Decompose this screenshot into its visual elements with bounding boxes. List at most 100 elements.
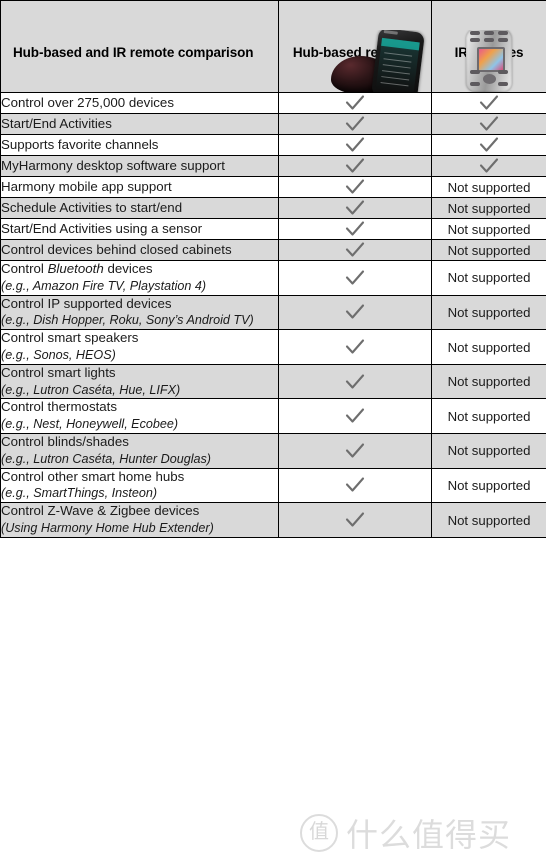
table-row: Supports favorite channels (0, 134, 546, 156)
hub-support-cell (278, 502, 432, 538)
header-cell-hub-based-remotes: Hub-based remotes (278, 0, 432, 93)
feature-label: Control over 275,000 devices (1, 94, 174, 110)
table-row: Control IP supported devices (e.g., Dish … (0, 294, 546, 331)
support-status-text: Not supported (447, 242, 531, 258)
feature-label: Control Bluetooth devices (1, 261, 153, 276)
table-row: Control other smart home hubs (e.g., Smar… (0, 467, 546, 504)
feature-label: Control smart speakers (1, 330, 139, 346)
check-icon (344, 156, 366, 176)
feature-label-cell: Control IP supported devices (e.g., Dish … (0, 294, 279, 331)
feature-label: Control devices behind closed cabinets (1, 241, 232, 257)
hub-remote-illustration (331, 30, 431, 92)
screen-line (382, 70, 410, 75)
check-icon (344, 406, 366, 426)
feature-example: (e.g., SmartThings, Insteon) (1, 486, 158, 501)
ir-support-cell: Not supported (431, 398, 546, 435)
ir-support-cell (431, 155, 546, 177)
feature-label-cell: Control blinds/shades (e.g., Lutron Casét… (0, 433, 279, 469)
ir-remote-screen (477, 47, 505, 72)
check-icon (478, 156, 500, 176)
support-status-text: Not supported (447, 304, 531, 320)
check-icon (344, 135, 366, 155)
ir-support-cell: Not supported (431, 329, 546, 365)
check-icon (344, 302, 366, 322)
table-row: Start/End Activities using a sensor Not s… (0, 218, 546, 240)
feature-label: Harmony mobile app support (1, 178, 172, 194)
table-header: Hub-based and IR remote comparison Hub-b… (0, 0, 546, 93)
feature-example: (e.g., Amazon Fire TV, Playstation 4) (1, 278, 207, 293)
feature-label: Schedule Activities to start/end (1, 199, 183, 215)
table-row: Control Bluetooth devices (e.g., Amazon F… (0, 260, 546, 296)
feature-label: Control smart lights (1, 364, 116, 380)
support-status-text: Not supported (447, 512, 531, 528)
ir-support-cell: Not supported (431, 294, 546, 331)
hub-support-cell (278, 329, 432, 365)
ir-support-cell: Not supported (431, 467, 546, 504)
ir-support-cell: Not supported (431, 363, 546, 400)
support-status-text: Not supported (447, 408, 531, 424)
feature-label-cell: Start/End Activities (0, 113, 279, 135)
feature-example: (e.g., Dish Hopper, Roku, Sony’s Android… (1, 313, 254, 328)
check-icon (344, 475, 366, 495)
hub-support-cell (278, 260, 432, 296)
table-row: Schedule Activities to start/end Not supp… (0, 197, 546, 219)
remote-logo-icon (383, 30, 398, 35)
ir-remote-top-keys (470, 31, 508, 43)
ir-support-cell (431, 134, 546, 156)
ir-key (470, 31, 480, 35)
header-title-feature: Hub-based and IR remote comparison (13, 45, 254, 60)
ir-support-cell: Not supported (431, 433, 546, 469)
hub-support-cell (278, 155, 432, 177)
hub-support-cell (278, 363, 432, 400)
comparison-table: Hub-based and IR remote comparison Hub-b… (0, 0, 546, 538)
feature-label-cell: Control Z-Wave & Zigbee devices (Using Ha… (0, 502, 279, 538)
feature-label: Start/End Activities (1, 115, 112, 131)
touchscreen-remote-icon (371, 30, 425, 92)
check-icon (344, 268, 366, 288)
header-row: Hub-based and IR remote comparison Hub-b… (0, 0, 546, 93)
hub-support-cell (278, 239, 432, 261)
support-status-text: Not supported (447, 477, 531, 493)
check-icon (344, 198, 366, 218)
watermark-badge: 值 (300, 814, 338, 852)
check-icon (344, 219, 366, 239)
feature-label-cell: Harmony mobile app support (0, 176, 279, 198)
hub-support-cell (278, 433, 432, 469)
screen-line (384, 52, 413, 57)
table-body: Control over 275,000 devices Start/End Ac… (0, 92, 546, 538)
table-row: Control smart lights (e.g., Lutron Caséta… (0, 363, 546, 400)
header-cell-feature: Hub-based and IR remote comparison (0, 0, 279, 93)
feature-label-cell: Control thermostats (e.g., Nest, Honeywel… (0, 398, 279, 435)
hub-support-cell (278, 467, 432, 504)
support-status-text: Not supported (447, 374, 531, 390)
feature-label-cell: Supports favorite channels (0, 134, 279, 156)
table-row: Harmony mobile app support Not supported (0, 176, 546, 198)
check-icon (344, 93, 366, 113)
check-icon (478, 114, 500, 134)
feature-label: Start/End Activities using a sensor (1, 220, 203, 236)
ir-key (498, 82, 508, 86)
check-icon (344, 114, 366, 134)
ir-remote-photo (432, 30, 546, 92)
check-icon (344, 337, 366, 357)
ir-key (498, 38, 508, 42)
feature-example: (e.g., Nest, Honeywell, Ecobee) (1, 417, 179, 432)
header-cell-ir-remotes: IR remotes (431, 0, 546, 93)
screen-line (380, 82, 409, 87)
support-status-text: Not supported (447, 443, 531, 459)
check-icon (344, 240, 366, 260)
ir-support-cell: Not supported (431, 218, 546, 240)
ir-key (470, 82, 480, 86)
screen-line (382, 64, 411, 69)
screen-line (381, 76, 410, 81)
check-icon (478, 93, 500, 113)
hub-support-cell (278, 134, 432, 156)
table-row: Control devices behind closed cabinets No… (0, 239, 546, 261)
hub-support-cell (278, 398, 432, 435)
table-row: Control Z-Wave & Zigbee devices (Using Ha… (0, 502, 546, 538)
hub-support-cell (278, 294, 432, 331)
watermark-text: 什么值得买 (346, 816, 512, 854)
ir-support-cell (431, 92, 546, 114)
feature-label-cell: Schedule Activities to start/end (0, 197, 279, 219)
ir-remote-illustration (466, 30, 512, 92)
